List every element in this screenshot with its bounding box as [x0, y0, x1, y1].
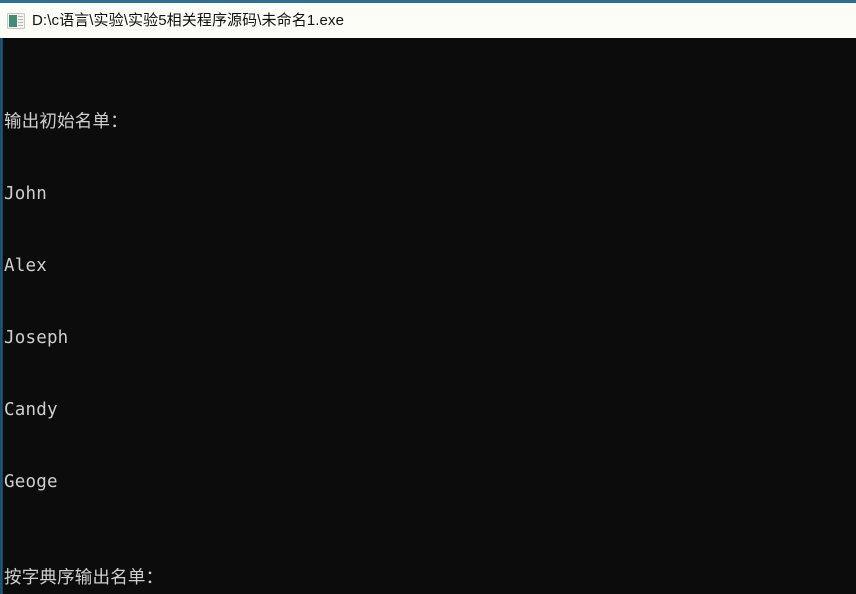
- console-line-initial-name-1: John: [4, 184, 47, 204]
- window-titlebar[interactable]: D:\c语言\实验\实验5相关程序源码\未命名1.exe: [0, 3, 856, 38]
- console-line-initial-name-5: Geoge: [4, 472, 58, 492]
- console-line-header-sorted: 按字典序输出名单：: [4, 568, 164, 588]
- console-line-initial-name-2: Alex: [4, 256, 47, 276]
- console-line-initial-name-3: Joseph: [4, 328, 69, 348]
- console-app-icon-lines: [18, 15, 23, 26]
- console-text-buffer: 输出初始名单： John Alex Joseph Candy Geoge 按字典…: [4, 38, 852, 594]
- console-app-icon-fill: [9, 14, 17, 27]
- window-left-border: [0, 38, 3, 594]
- window-title: D:\c语言\实验\实验5相关程序源码\未命名1.exe: [32, 11, 345, 29]
- console-output-area[interactable]: 输出初始名单： John Alex Joseph Candy Geoge 按字典…: [0, 38, 856, 594]
- console-window: D:\c语言\实验\实验5相关程序源码\未命名1.exe 输出初始名单： Joh…: [0, 0, 856, 594]
- console-app-icon: [7, 12, 25, 29]
- console-line-header-initial: 输出初始名单：: [4, 112, 128, 132]
- console-line-initial-name-4: Candy: [4, 400, 58, 420]
